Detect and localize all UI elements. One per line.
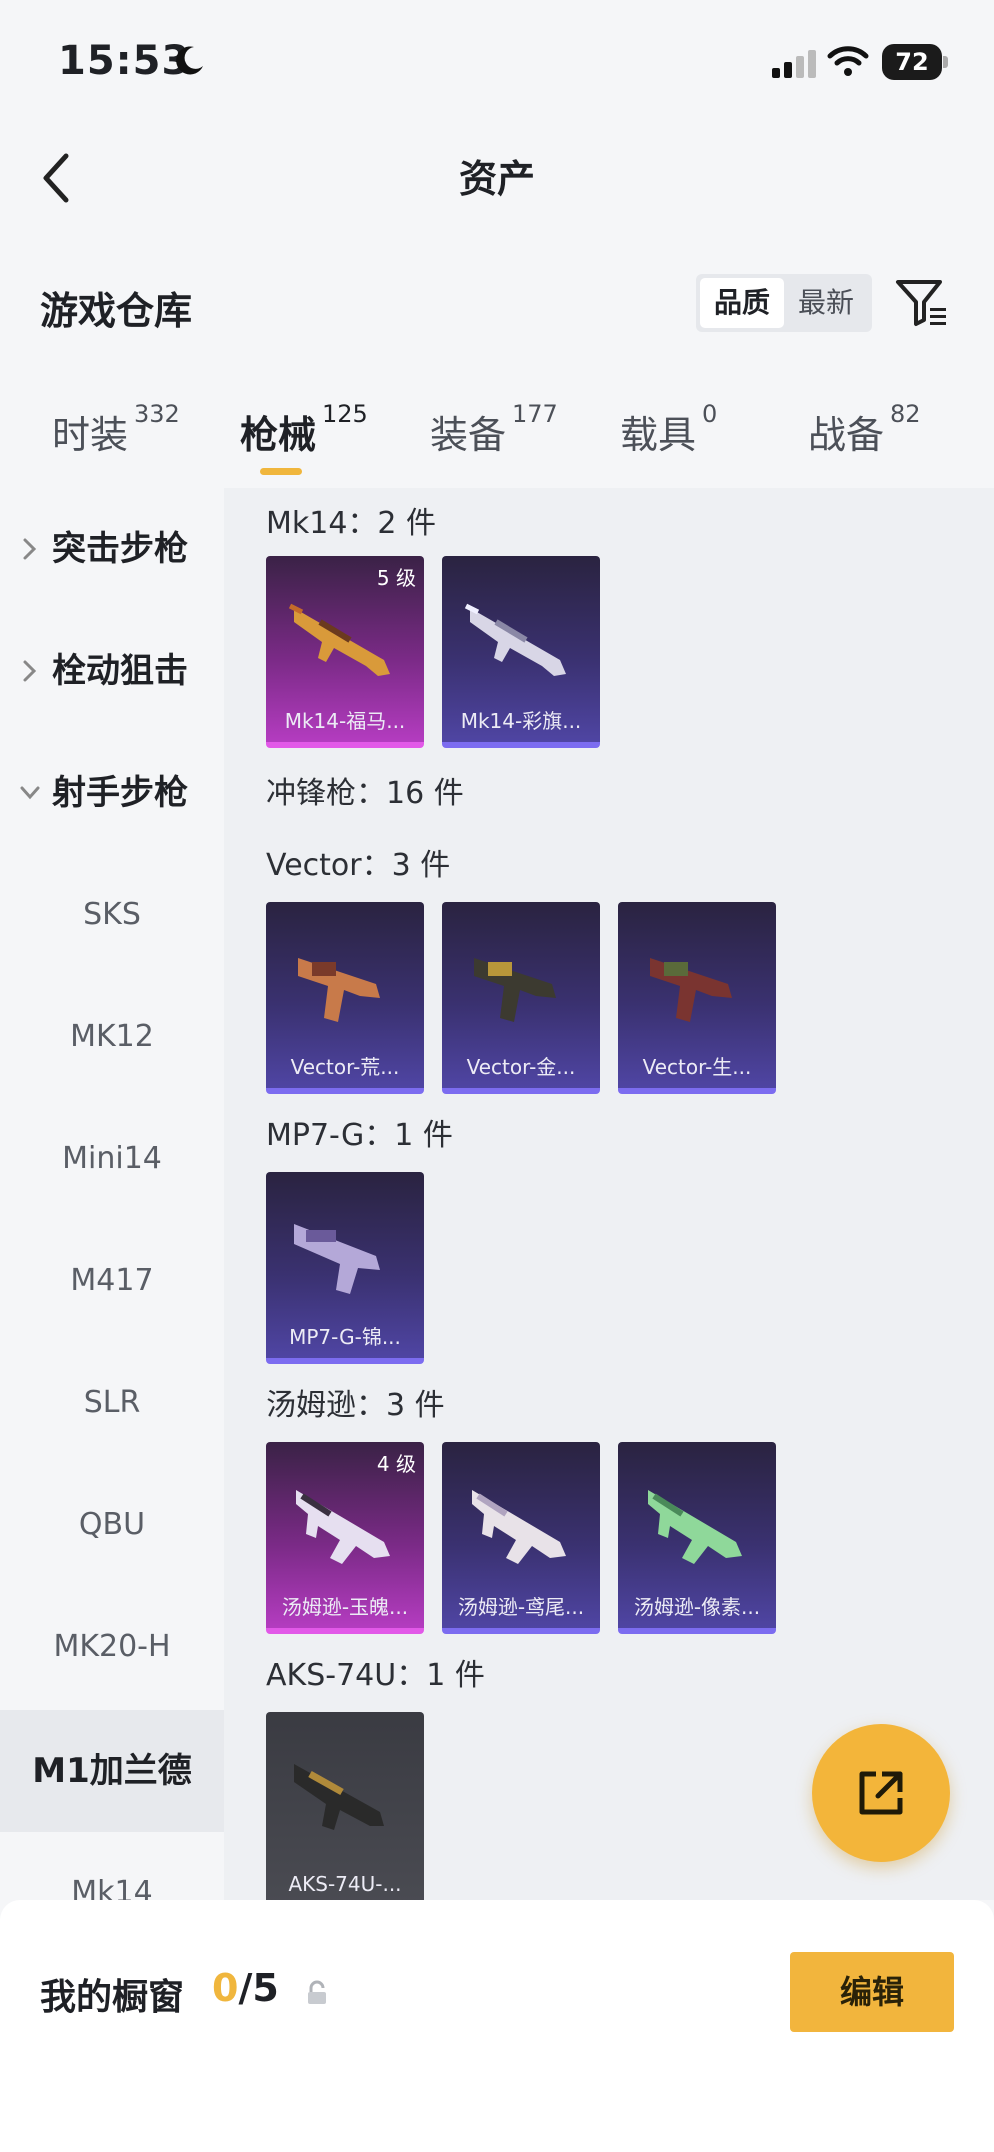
tab-firearms[interactable]: 枪械 125	[240, 400, 368, 464]
showcase-count: 0/5	[212, 1966, 279, 2010]
weapon-name: 汤姆逊-玉魄...	[281, 1595, 409, 1619]
chevron-right-icon	[23, 538, 37, 560]
weapon-card[interactable]: 4 级 汤姆逊-玉魄...	[266, 1442, 424, 1634]
page-title: 资产	[458, 157, 535, 201]
showcase-bar: 我的橱窗 0/5 编辑	[0, 1900, 994, 2152]
weapon-card[interactable]: Vector-金...	[442, 902, 600, 1094]
weapon-card[interactable]: Vector-荒...	[266, 902, 424, 1094]
sidebar-item-mk20h[interactable]: MK20-H	[0, 1586, 224, 1708]
weapon-name: MP7-G-锦...	[289, 1325, 401, 1349]
weapon-name: Mk14-彩旗...	[460, 709, 582, 733]
group-label: MP7-G：1 件	[266, 1118, 453, 1153]
sidebar-item-sks[interactable]: SKS	[0, 854, 224, 976]
battery-icon: 72	[882, 44, 948, 80]
smg-icon	[294, 1224, 380, 1294]
sidebar-item-qbu[interactable]: QBU	[0, 1464, 224, 1586]
sidebar-category-assault-rifles[interactable]: 突击步枪	[0, 488, 224, 610]
edit-button[interactable]: 编辑	[790, 1952, 954, 2032]
sidebar-category-bolt-snipers[interactable]: 栓动狙击	[0, 610, 224, 732]
tab-equipment[interactable]: 装备 177	[430, 400, 558, 464]
tab-count: 332	[134, 400, 180, 428]
weapon-card[interactable]: 汤姆逊-像素...	[618, 1442, 776, 1634]
weapon-name: Vector-荒...	[290, 1055, 400, 1079]
category-sidebar[interactable]: 突击步枪 栓动狙击 射手步枪 SKS MK12 Mini14 M417 SLR …	[0, 488, 224, 1900]
rifle-icon	[294, 1764, 384, 1830]
smg-icon	[296, 1490, 390, 1564]
weapon-name: Vector-生...	[642, 1055, 752, 1079]
tab-label: 时装	[52, 413, 129, 457]
sidebar-item-m417[interactable]: M417	[0, 1220, 224, 1342]
sidebar-item-mk14[interactable]: Mk14	[0, 1832, 224, 1900]
signal-icon	[772, 50, 816, 78]
sidebar-item-mini14[interactable]: Mini14	[0, 1098, 224, 1220]
sort-by-quality-button[interactable]: 品质	[700, 278, 784, 328]
level-badge: 5 级	[376, 566, 416, 590]
moon-icon	[176, 46, 203, 75]
weapon-name: Mk14-福马...	[284, 709, 406, 733]
sidebar-category-label: 栓动狙击	[52, 651, 188, 691]
weapon-name: 汤姆逊-鸢尾...	[457, 1595, 585, 1619]
weapon-name: AKS-74U-...	[288, 1872, 402, 1896]
weapon-card[interactable]: Mk14-彩旗...	[442, 556, 600, 748]
weapon-card[interactable]: Vector-生...	[618, 902, 776, 1094]
weapon-card[interactable]: AKS-74U-...	[266, 1712, 424, 1900]
status-time: 15:53	[58, 38, 191, 84]
chevron-down-icon	[20, 786, 40, 800]
tab-label: 战备	[808, 413, 885, 457]
weapon-name: 汤姆逊-像素...	[633, 1595, 761, 1619]
weapon-card[interactable]: MP7-G-锦...	[266, 1172, 424, 1364]
level-badge: 4 级	[376, 1452, 416, 1476]
active-tab-indicator	[260, 468, 302, 475]
group-label: AKS-74U：1 件	[266, 1658, 485, 1693]
smg-icon	[648, 1490, 742, 1564]
tab-label: 载具	[620, 413, 697, 457]
tab-label: 装备	[430, 413, 507, 457]
sidebar-item-slr[interactable]: SLR	[0, 1342, 224, 1464]
group-label: 汤姆逊：3 件	[266, 1388, 445, 1423]
showcase-current: 0	[212, 1966, 239, 2010]
chevron-right-icon	[23, 660, 37, 682]
sidebar-category-marksman-rifles[interactable]: 射手步枪	[0, 732, 224, 854]
tab-count: 125	[322, 400, 368, 428]
smg-icon	[298, 958, 380, 1022]
tab-count: 177	[512, 400, 558, 428]
share-icon	[859, 1771, 903, 1815]
smg-icon	[472, 1490, 566, 1564]
weapon-name: Vector-金...	[466, 1055, 576, 1079]
lock-icon	[308, 1980, 326, 2004]
warehouse-title: 游戏仓库	[40, 289, 193, 333]
rifle-icon	[464, 603, 566, 676]
tab-vehicles[interactable]: 载具 0	[620, 400, 717, 464]
smg-icon	[474, 958, 556, 1022]
tab-count: 82	[890, 400, 921, 428]
wifi-icon	[827, 46, 869, 76]
showcase-label: 我的橱窗	[40, 1977, 185, 2018]
tab-label: 枪械	[240, 413, 317, 457]
rifle-icon	[288, 603, 390, 676]
battery-level: 72	[882, 44, 942, 80]
sidebar-item-m1-garand[interactable]: M1加兰德	[0, 1710, 224, 1832]
group-label: Mk14：2 件	[266, 506, 437, 541]
sidebar-category-label: 射手步枪	[52, 773, 188, 813]
sidebar-category-label: 突击步枪	[52, 529, 188, 569]
smg-icon	[650, 958, 732, 1022]
tab-fashion[interactable]: 时装 332	[52, 400, 180, 464]
weapon-card[interactable]: 5 级 Mk14-福马...	[266, 556, 424, 748]
filter-icon[interactable]	[894, 276, 950, 330]
weapon-card[interactable]: 汤姆逊-鸢尾...	[442, 1442, 600, 1634]
weapon-list[interactable]: Mk14：2 件 5 级 Mk14-福马... Mk14-彩旗... 冲锋枪：1…	[224, 488, 994, 1900]
group-label: Vector：3 件	[266, 848, 451, 883]
group-label: 冲锋枪：16 件	[266, 776, 464, 811]
sort-by-newest-button[interactable]: 最新	[784, 278, 868, 328]
showcase-total: /5	[238, 1966, 279, 2010]
sort-toggle: 品质 最新	[696, 274, 872, 332]
tab-combat-supplies[interactable]: 战备 82	[808, 400, 921, 464]
tab-count: 0	[702, 400, 718, 428]
status-bar: 15:53 72	[0, 0, 994, 120]
share-fab-button[interactable]	[812, 1724, 950, 1862]
sidebar-item-mk12[interactable]: MK12	[0, 976, 224, 1098]
